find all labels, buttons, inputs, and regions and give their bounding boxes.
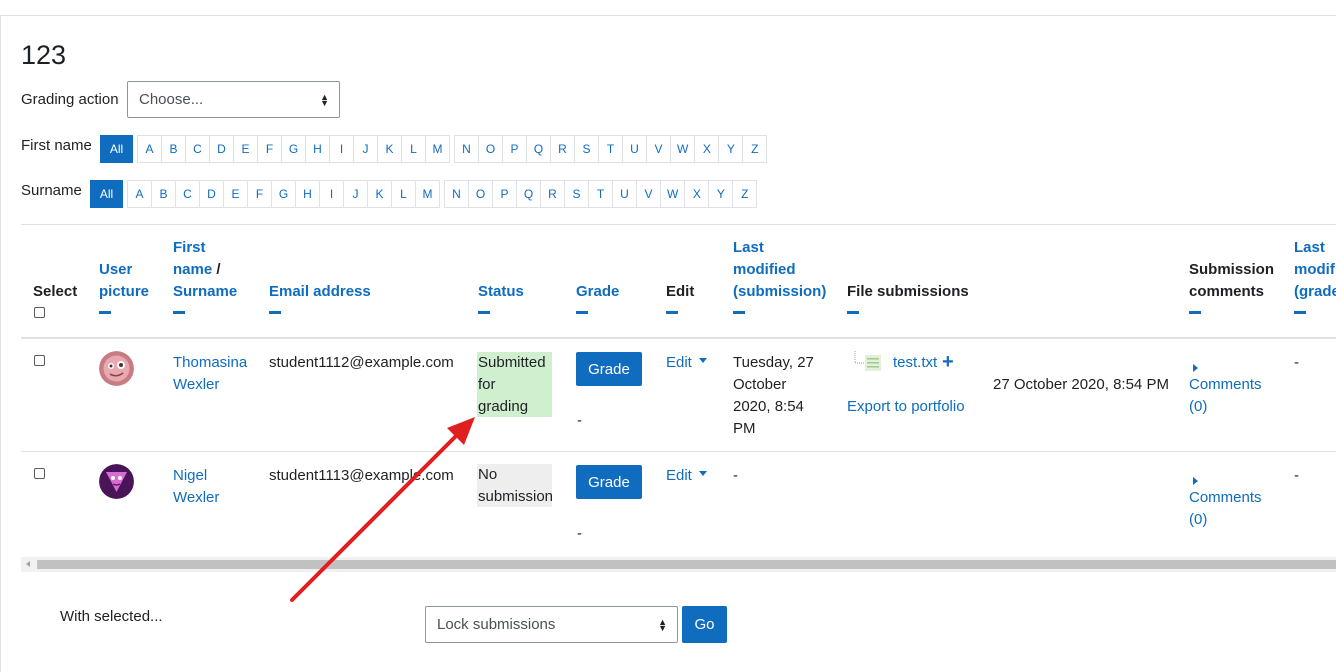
annotation-arrow-icon bbox=[290, 417, 475, 602]
